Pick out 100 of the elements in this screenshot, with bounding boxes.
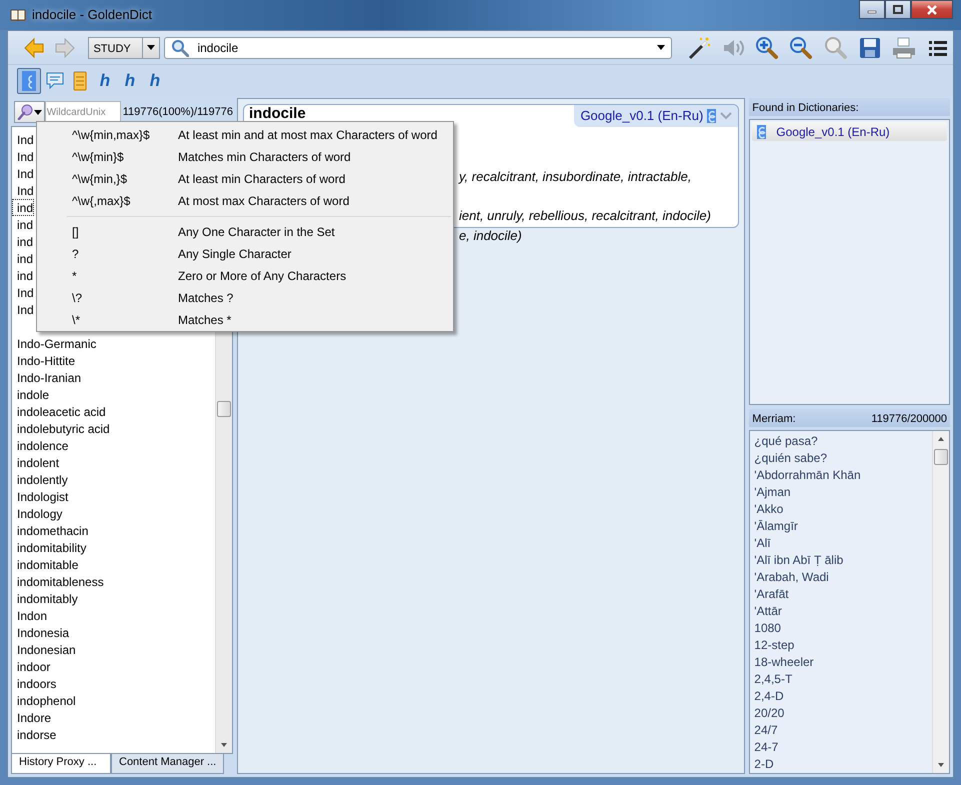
- word-list-item[interactable]: 2,4,5-T: [754, 671, 932, 688]
- minimize-button[interactable]: [859, 0, 885, 19]
- scroll-up-arrow-icon[interactable]: [938, 437, 944, 441]
- maximize-icon: [893, 5, 903, 14]
- dictionary-button[interactable]: h: [94, 68, 116, 94]
- menu-item[interactable]: ^\w{,max}$: [39, 192, 178, 210]
- printer-icon[interactable]: [890, 36, 917, 60]
- word-list-item[interactable]: Indonesia: [12, 624, 70, 641]
- word-list-item[interactable]: 2,4-D: [754, 688, 932, 705]
- scroll-down-arrow-icon[interactable]: [938, 763, 944, 767]
- word-list-item[interactable]: 'Arafāt: [754, 586, 932, 603]
- word-list-item[interactable]: indomethacin: [12, 522, 90, 539]
- word-list-item[interactable]: indophenol: [12, 692, 77, 709]
- word-list-item[interactable]: indolently: [12, 471, 69, 488]
- dictionary-button[interactable]: [17, 68, 41, 94]
- filter-field[interactable]: WildcardUnix: [44, 101, 121, 123]
- word-list-item[interactable]: indomitable: [12, 556, 80, 573]
- word-list-item[interactable]: ind: [12, 216, 34, 233]
- word-list-item[interactable]: 12-step: [754, 637, 932, 654]
- tab[interactable]: History Proxy ...: [11, 754, 111, 774]
- word-list-item[interactable]: Indologist: [12, 488, 70, 505]
- found-dictionary-item[interactable]: Google_v0.1 (En-Ru): [752, 122, 947, 141]
- word-list-item[interactable]: indorse: [12, 726, 58, 743]
- close-button[interactable]: [911, 0, 953, 19]
- word-list-item[interactable]: Ind: [12, 131, 35, 148]
- speech-bubble-icon: [46, 72, 64, 90]
- word-list-item[interactable]: Ind: [12, 148, 35, 165]
- word-list-item[interactable]: ¿quién sabe?: [754, 450, 932, 467]
- word-list-item[interactable]: indoors: [12, 675, 58, 692]
- scroll-down-arrow-icon[interactable]: [221, 743, 227, 747]
- word-list-item[interactable]: 'Ālamgīr: [754, 518, 932, 535]
- zoom-in-icon[interactable]: [755, 36, 780, 60]
- scroll-thumb[interactable]: [217, 401, 231, 417]
- word-list-item[interactable]: Indo-Iranian: [12, 369, 82, 386]
- word-list-item[interactable]: 'Attār: [754, 603, 932, 620]
- menu-item-description: Matches ?: [178, 290, 234, 307]
- headword: indocile: [248, 105, 307, 122]
- word-list-item[interactable]: Indology: [12, 505, 64, 522]
- search-field[interactable]: indocile: [164, 36, 672, 58]
- word-list-item[interactable]: 2-D: [754, 756, 932, 773]
- word-list-item[interactable]: ind: [12, 250, 34, 267]
- tab[interactable]: Content Manager ...: [111, 754, 224, 774]
- word-list-item[interactable]: Ind: [12, 284, 35, 301]
- menu-item[interactable]: ^\w{min,}$: [39, 170, 178, 188]
- word-list-item[interactable]: indomitability: [12, 539, 88, 556]
- word-list-item[interactable]: 'Alī: [754, 535, 932, 552]
- dictionary-button[interactable]: h: [144, 68, 166, 94]
- word-list-item[interactable]: 1080: [754, 620, 932, 637]
- word-list-item[interactable]: indoor: [12, 658, 52, 675]
- scrollbar[interactable]: [932, 431, 949, 773]
- menu-item[interactable]: *: [39, 267, 178, 285]
- maximize-button[interactable]: [885, 0, 911, 19]
- word-list-item[interactable]: ind: [12, 199, 34, 216]
- word-count: 119776/200000: [871, 412, 947, 425]
- menu-item-description: At least min Characters of word: [178, 171, 346, 188]
- dictionary-button[interactable]: h: [119, 68, 141, 94]
- menu-item[interactable]: ^\w{min}$: [39, 148, 178, 166]
- word-list-item[interactable]: indomitably: [12, 590, 79, 607]
- menu-item[interactable]: ?: [39, 245, 178, 263]
- magic-wand-icon[interactable]: [687, 36, 712, 60]
- word-list-item[interactable]: Indore: [12, 709, 52, 726]
- word-list-item[interactable]: 'Alī ibn Abī Ṭ ālib: [754, 552, 932, 569]
- dropdown-caret-icon[interactable]: [657, 45, 666, 50]
- word-list-item[interactable]: 'Akko: [754, 501, 932, 518]
- zoom-out-icon[interactable]: [789, 36, 814, 60]
- menu-item[interactable]: []: [39, 223, 178, 241]
- word-list-item[interactable]: indolebutyric acid: [12, 420, 111, 437]
- magnifier-icon: [16, 104, 33, 120]
- word-list-item[interactable]: indole: [12, 386, 50, 403]
- word-list-item[interactable]: 'Arabah, Wadi: [754, 569, 932, 586]
- word-list-item[interactable]: Ind: [12, 165, 35, 182]
- word-list-item[interactable]: ind: [12, 267, 34, 284]
- word-list-item[interactable]: Ind: [12, 182, 35, 199]
- menu-item[interactable]: \?: [39, 289, 178, 307]
- menu-item-description: At most max Characters of word: [178, 193, 350, 210]
- word-list-item[interactable]: indolent: [12, 454, 60, 471]
- word-list-item[interactable]: Indo-Hittite: [12, 352, 76, 369]
- menu-item[interactable]: \*: [39, 311, 178, 329]
- word-list-item[interactable]: Indonesian: [12, 641, 77, 658]
- group-combo[interactable]: STUDY: [88, 36, 160, 58]
- search-mode-button[interactable]: [14, 101, 45, 123]
- back-arrow-icon[interactable]: [22, 36, 45, 58]
- word-list-item[interactable]: 24/7: [754, 722, 932, 739]
- word-list-item[interactable]: 'Ajman: [754, 484, 932, 501]
- word-list-item[interactable]: indolence: [12, 437, 70, 454]
- scroll-thumb[interactable]: [934, 449, 948, 465]
- word-list-item[interactable]: 20/20: [754, 705, 932, 722]
- word-list-item[interactable]: indomitableness: [12, 573, 105, 590]
- word-list-item[interactable]: 18-wheeler: [754, 654, 932, 671]
- word-list-item[interactable]: 'Abdorrahmān Khān: [754, 467, 932, 484]
- word-count: 119776(100%)/119776: [122, 104, 233, 120]
- word-list-item[interactable]: Indon: [12, 607, 48, 624]
- word-list-item[interactable]: ind: [12, 233, 34, 250]
- word-list-item[interactable]: 24-7: [754, 739, 932, 756]
- menu-item[interactable]: ^\w{min,max}$: [39, 126, 178, 144]
- word-list-item[interactable]: Ind: [12, 301, 35, 318]
- word-list-item[interactable]: ¿qué pasa?: [754, 433, 932, 450]
- dictionary-tag[interactable]: Google_v0.1 (En-Ru): [574, 105, 738, 126]
- word-list-item[interactable]: indoleacetic acid: [12, 403, 107, 420]
- word-list-item[interactable]: Indo-Germanic: [12, 335, 98, 352]
